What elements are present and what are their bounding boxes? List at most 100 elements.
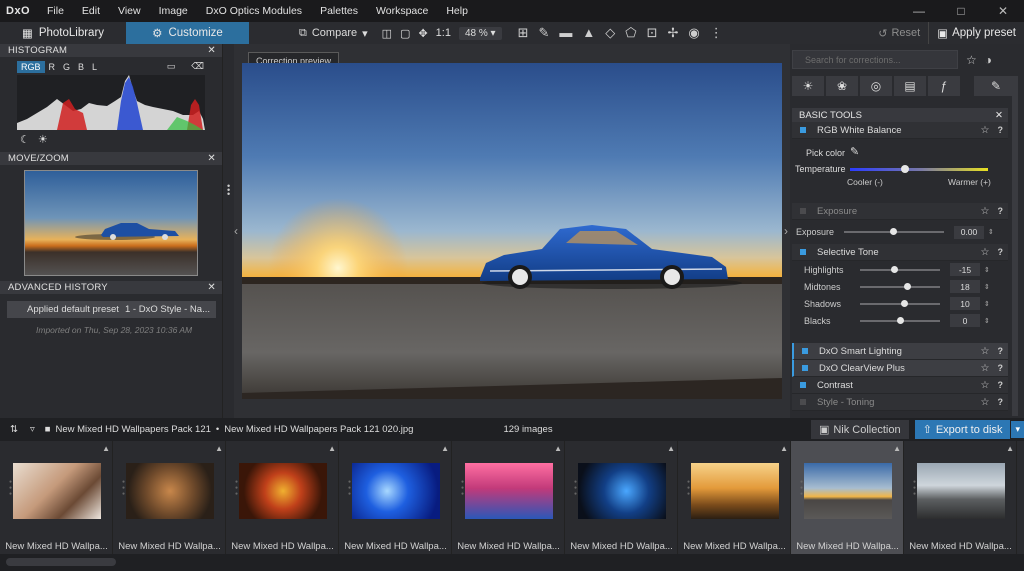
temperature-knob[interactable] xyxy=(901,165,909,173)
detail-palette-icon[interactable]: ◎ xyxy=(860,76,892,96)
stepper-icon[interactable]: ⇕ xyxy=(988,228,994,236)
tone-slider[interactable] xyxy=(860,282,940,290)
filmstrip-thumbnail[interactable]: ▲ ● ● ● New Mixed HD Wallpa... xyxy=(791,441,904,554)
star-icon[interactable]: ☆ xyxy=(981,363,990,374)
thumbnail-image[interactable] xyxy=(578,463,666,519)
drag-handle-icon[interactable]: • • • xyxy=(227,182,230,199)
perspective-icon[interactable]: ▲ xyxy=(582,25,595,41)
thumbnail-image[interactable] xyxy=(239,463,327,519)
filter-icon[interactable]: ▿ xyxy=(30,424,35,435)
style-toning-header[interactable]: Style - Toning ☆ ? xyxy=(792,394,1008,411)
nik-collection-button[interactable]: ▣ Nik Collection xyxy=(810,420,909,439)
stepper-icon[interactable]: ⇕ xyxy=(984,266,990,274)
star-icon[interactable]: ☆ xyxy=(981,346,990,357)
search-corrections-input[interactable] xyxy=(792,50,958,69)
star-icon[interactable]: ☆ xyxy=(981,247,990,258)
filmstrip-thumbnail[interactable]: ▲ ● ● ● New Mixed HD Wallpa... xyxy=(678,441,791,554)
smart-lighting-header[interactable]: DxO Smart Lighting ☆ ? xyxy=(792,343,1008,360)
filmstrip-scrollbar[interactable] xyxy=(6,558,116,566)
menu-optics-modules[interactable]: DxO Optics Modules xyxy=(197,5,311,17)
selective-tone-header[interactable]: Selective Tone ☆ ? xyxy=(792,244,1008,261)
export-menu-chevron-icon[interactable]: ▾ xyxy=(1011,421,1024,438)
enable-checkbox[interactable] xyxy=(802,365,808,371)
thumbnail-image[interactable] xyxy=(13,463,101,519)
help-icon[interactable]: ? xyxy=(998,363,1004,373)
slider-knob[interactable] xyxy=(904,282,911,290)
reset-button[interactable]: ↺ Reset xyxy=(870,27,928,40)
crop-icon[interactable]: ⊞ xyxy=(518,25,529,41)
eyedropper-icon[interactable]: ✎ xyxy=(850,145,859,158)
split-view-icon[interactable]: ◫ xyxy=(382,27,392,40)
filmstrip-thumbnail[interactable]: ▲ ● ● ● New Mixed HD Wallpa... xyxy=(452,441,565,554)
thumbnail-image[interactable] xyxy=(804,463,892,519)
maximize-icon[interactable]: □ xyxy=(940,4,982,18)
tone-slider[interactable] xyxy=(860,265,940,273)
enable-checkbox[interactable] xyxy=(802,348,808,354)
help-icon[interactable]: ? xyxy=(998,247,1004,257)
apply-preset-button[interactable]: ▣ Apply preset xyxy=(928,22,1024,44)
filmstrip-thumbnail[interactable]: ▲ ● ● ● New Mixed HD Wallpa... xyxy=(565,441,678,554)
menu-image[interactable]: Image xyxy=(150,5,197,17)
help-icon[interactable]: ? xyxy=(998,206,1004,216)
contrast-header[interactable]: Contrast ☆ ? xyxy=(792,377,1008,394)
slider-knob[interactable] xyxy=(891,265,898,273)
thumbnail-image[interactable] xyxy=(352,463,440,519)
color-palette-icon[interactable]: ❀ xyxy=(826,76,858,96)
channel-b[interactable]: B xyxy=(74,61,88,73)
minimize-icon[interactable]: — xyxy=(898,4,940,18)
local-palette-icon[interactable]: ✎ xyxy=(974,76,1018,96)
tone-slider[interactable] xyxy=(860,316,940,324)
exposure-header[interactable]: Exposure ☆ ? xyxy=(792,203,1008,220)
slider-knob[interactable] xyxy=(890,228,897,235)
eraser-icon[interactable]: ⌫ xyxy=(187,60,208,73)
toggle-icon[interactable]: ◑ xyxy=(985,53,992,67)
close-icon[interactable]: ✕ xyxy=(207,282,216,293)
thumbnail-image[interactable] xyxy=(126,463,214,519)
filmstrip-thumbnail[interactable]: ▲ ● ● ● New Mixed HD Wallpa... xyxy=(226,441,339,554)
enable-checkbox[interactable] xyxy=(800,399,806,405)
help-icon[interactable]: ? xyxy=(998,397,1004,407)
filmstrip-thumbnail[interactable]: ▲ ● ● ● New Mixed HD Wallpa... xyxy=(0,441,113,554)
volume-deformation-icon[interactable]: ⊡ xyxy=(647,25,658,41)
star-icon[interactable]: ☆ xyxy=(981,206,990,217)
repair-icon[interactable]: ✢ xyxy=(667,25,678,41)
enable-checkbox[interactable] xyxy=(800,382,806,388)
more-icon[interactable]: ⋮ xyxy=(710,25,723,41)
stepper-icon[interactable]: ⇕ xyxy=(984,300,990,308)
sort-icon[interactable]: ⇅ xyxy=(10,424,18,435)
clearview-header[interactable]: DxO ClearView Plus ☆ ? xyxy=(792,360,1008,377)
navigator-thumbnail[interactable] xyxy=(24,170,198,276)
close-window-icon[interactable]: ✕ xyxy=(982,4,1024,18)
tone-slider[interactable] xyxy=(860,299,940,307)
menu-view[interactable]: View xyxy=(109,5,150,17)
export-to-disk-button[interactable]: ⇧ Export to disk xyxy=(914,420,1011,439)
enable-checkbox[interactable] xyxy=(800,208,806,214)
filmstrip-thumbnail[interactable]: ▲ ● ● ● New Mixed HD Wallpa... xyxy=(904,441,1017,554)
close-icon[interactable]: ✕ xyxy=(207,153,216,164)
thumbnail-image[interactable] xyxy=(465,463,553,519)
history-row[interactable]: Applied default preset 1 - DxO Style - N… xyxy=(7,301,216,318)
compare-button[interactable]: ⧉ Compare ▾ xyxy=(293,24,374,42)
left-panel-splitter[interactable]: • • • xyxy=(222,44,234,418)
tone-value[interactable]: -15 xyxy=(950,263,980,276)
tone-value[interactable]: 0 xyxy=(950,314,980,327)
moon-icon[interactable]: ☾ xyxy=(20,133,30,146)
menu-edit[interactable]: Edit xyxy=(73,5,109,17)
right-panel-scrollbar[interactable] xyxy=(1012,96,1018,416)
polygon-icon[interactable]: ⬠ xyxy=(625,25,636,41)
tone-value[interactable]: 18 xyxy=(950,280,980,293)
stepper-icon[interactable]: ⇕ xyxy=(984,317,990,325)
temperature-slider[interactable] xyxy=(850,165,988,173)
star-filter-icon[interactable]: ☆ xyxy=(966,53,977,67)
channel-l[interactable]: L xyxy=(88,61,101,73)
star-icon[interactable]: ☆ xyxy=(981,125,990,136)
zoom-select[interactable]: 48 % ▾ xyxy=(458,26,502,40)
slider-knob[interactable] xyxy=(897,316,904,324)
tone-value[interactable]: 10 xyxy=(950,297,980,310)
menu-palettes[interactable]: Palettes xyxy=(311,5,367,17)
thumbnail-image[interactable] xyxy=(917,463,1005,519)
menu-file[interactable]: File xyxy=(38,5,73,17)
tab-customize[interactable]: ⚙ Customize xyxy=(126,22,249,44)
rgb-white-balance-header[interactable]: RGB White Balance ☆ ? xyxy=(792,122,1008,139)
help-icon[interactable]: ? xyxy=(998,125,1004,135)
